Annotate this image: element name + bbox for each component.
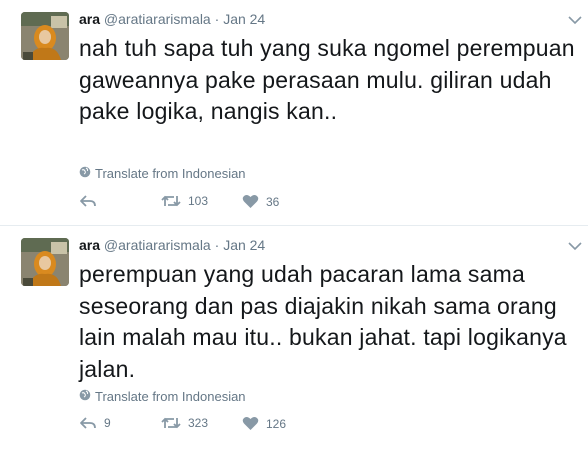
like-count: 36 [266, 194, 280, 209]
retweet-button[interactable]: 323 [161, 416, 208, 430]
retweet-icon [161, 416, 181, 430]
display-name[interactable]: ara [79, 11, 100, 27]
separator: · [214, 11, 220, 27]
globe-icon [79, 166, 95, 181]
separator: · [214, 237, 220, 253]
translate-label: Translate from Indonesian [95, 389, 246, 404]
reply-button[interactable]: 9 [79, 416, 111, 430]
heart-icon [242, 416, 259, 431]
translate-link[interactable]: Translate from Indonesian [79, 166, 246, 181]
tweet[interactable]: ara @aratiararismala · Jan 24 nah tuh sa… [0, 0, 588, 226]
heart-icon [242, 194, 259, 209]
avatar[interactable] [21, 12, 69, 60]
retweet-button[interactable]: 103 [161, 194, 208, 208]
tweet-text: nah tuh sapa tuh yang suka ngomel peremp… [79, 35, 575, 124]
translate-label: Translate from Indonesian [95, 166, 246, 181]
chevron-down-icon[interactable] [568, 12, 582, 25]
tweet-text: perempuan yang udah pacaran lama sama se… [79, 261, 567, 382]
tweet-header: ara @aratiararismala · Jan 24 [79, 236, 265, 254]
user-handle[interactable]: @aratiararismala [104, 11, 211, 27]
reply-icon [79, 416, 97, 430]
timestamp[interactable]: Jan 24 [223, 237, 265, 253]
retweet-count: 103 [188, 194, 209, 208]
avatar[interactable] [21, 238, 69, 286]
like-button[interactable]: 36 [242, 194, 279, 209]
tweet-header: ara @aratiararismala · Jan 24 [79, 10, 265, 28]
reply-icon [79, 194, 97, 208]
reply-button[interactable] [79, 194, 104, 208]
tweet[interactable]: ara @aratiararismala · Jan 24 perempuan … [0, 226, 588, 454]
display-name[interactable]: ara [79, 237, 100, 253]
chevron-down-icon[interactable] [568, 238, 582, 251]
globe-icon [79, 389, 95, 404]
reply-count: 9 [104, 416, 111, 430]
translate-link[interactable]: Translate from Indonesian [79, 389, 246, 404]
like-count: 126 [266, 416, 287, 431]
retweet-count: 323 [188, 416, 209, 430]
retweet-icon [161, 194, 181, 208]
user-handle[interactable]: @aratiararismala [104, 237, 211, 253]
timestamp[interactable]: Jan 24 [223, 11, 265, 27]
like-button[interactable]: 126 [242, 416, 286, 431]
